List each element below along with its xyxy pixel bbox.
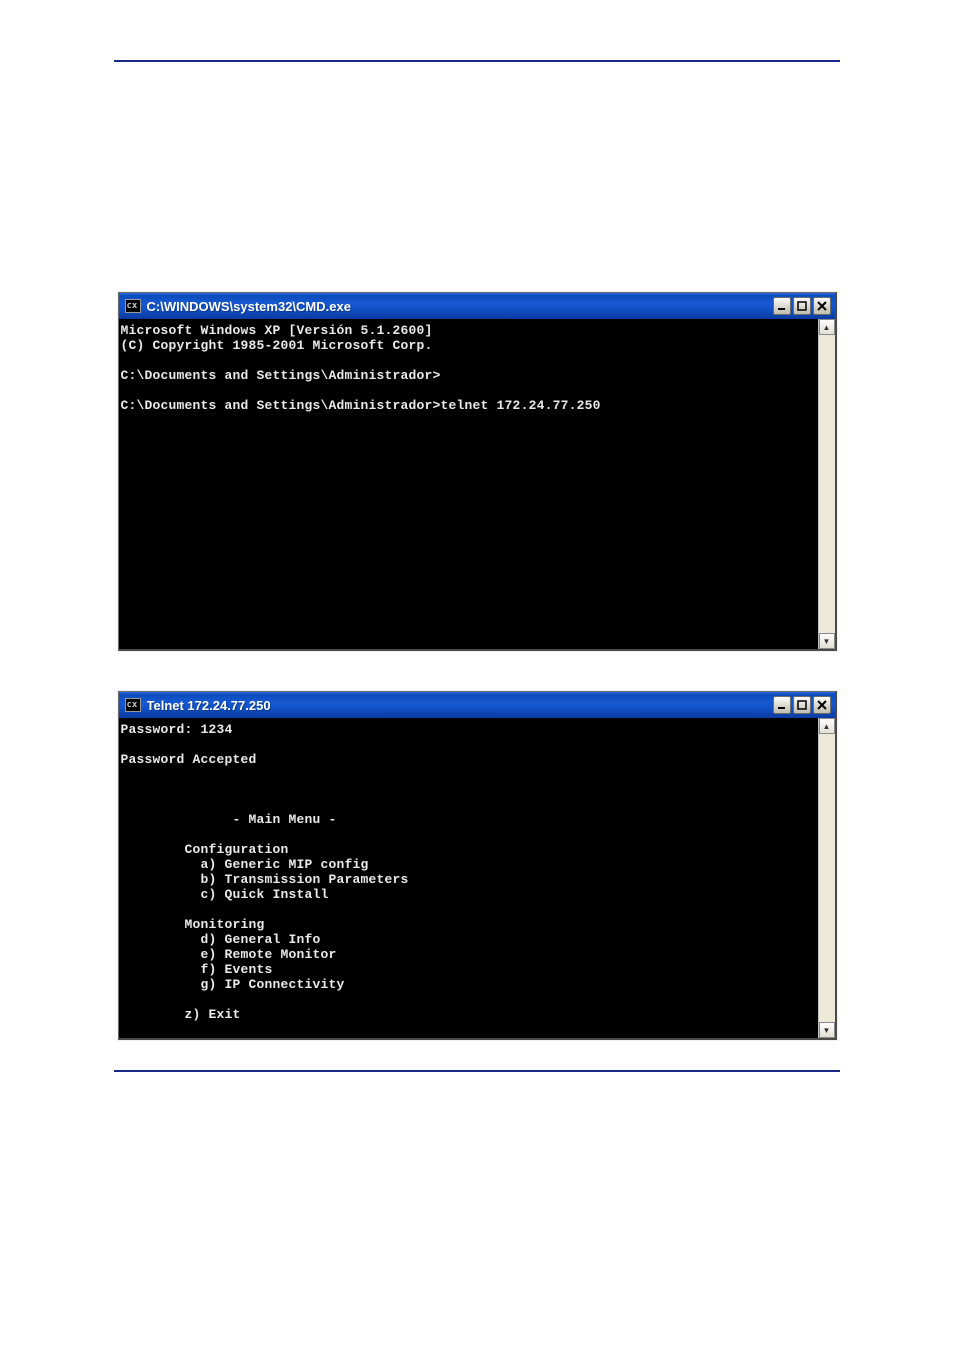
terminal-output-1[interactable]: Microsoft Windows XP [Versión 5.1.2600] … xyxy=(119,319,818,649)
client-area-1: Microsoft Windows XP [Versión 5.1.2600] … xyxy=(119,319,835,649)
cmd-icon: cx xyxy=(125,299,141,313)
scroll-up-icon[interactable]: ▲ xyxy=(819,319,835,335)
cmd-window-1: cx C:\WINDOWS\system32\CMD.exe Microsoft… xyxy=(118,292,837,651)
scroll-down-icon[interactable]: ▼ xyxy=(819,1022,835,1038)
scroll-track[interactable] xyxy=(819,335,835,633)
cmd-icon: cx xyxy=(125,698,141,712)
scroll-up-icon[interactable]: ▲ xyxy=(819,718,835,734)
window-title-2: Telnet 172.24.77.250 xyxy=(147,698,773,713)
maximize-button[interactable] xyxy=(793,696,811,714)
scrollbar-2[interactable]: ▲ ▼ xyxy=(818,718,835,1038)
close-button[interactable] xyxy=(813,696,831,714)
minimize-button[interactable] xyxy=(773,297,791,315)
titlebar-2[interactable]: cx Telnet 172.24.77.250 xyxy=(119,692,835,718)
window-title-1: C:\WINDOWS\system32\CMD.exe xyxy=(147,299,773,314)
maximize-button[interactable] xyxy=(793,297,811,315)
scroll-down-icon[interactable]: ▼ xyxy=(819,633,835,649)
bottom-separator xyxy=(114,1070,840,1072)
telnet-window-2: cx Telnet 172.24.77.250 Password: 1234 P… xyxy=(118,691,837,1040)
terminal-output-2[interactable]: Password: 1234 Password Accepted - Main … xyxy=(119,718,818,1038)
titlebar-1[interactable]: cx C:\WINDOWS\system32\CMD.exe xyxy=(119,293,835,319)
scroll-track[interactable] xyxy=(819,734,835,1022)
minimize-button[interactable] xyxy=(773,696,791,714)
scrollbar-1[interactable]: ▲ ▼ xyxy=(818,319,835,649)
close-button[interactable] xyxy=(813,297,831,315)
client-area-2: Password: 1234 Password Accepted - Main … xyxy=(119,718,835,1038)
